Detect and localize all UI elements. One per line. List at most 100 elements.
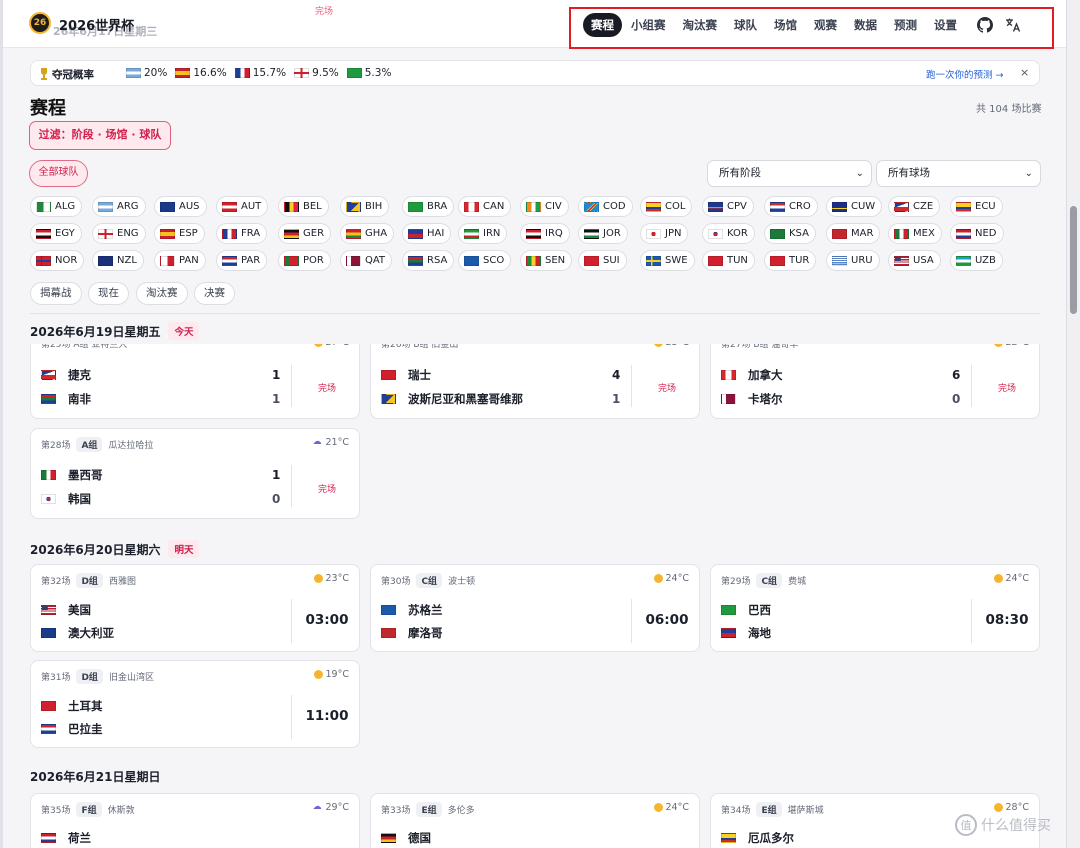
team-chip-qat[interactable]: QAT [340,250,393,271]
match-card[interactable]: 第31场 D组 旧金山湾区 19°C 土耳其 巴拉圭 11:00 [30,660,360,748]
team-chip-uru[interactable]: URU [826,250,880,271]
team-chip-ksa[interactable]: KSA [764,223,816,244]
team-chip-jor[interactable]: JOR [578,223,628,244]
team-chip-kor[interactable]: KOR [702,223,755,244]
team-chip-sco[interactable]: SCO [458,250,512,271]
flag-par-icon [222,255,237,266]
team-chip-cze[interactable]: CZE [888,196,941,217]
scrollbar-thumb[interactable] [1070,206,1077,314]
team-chip-cod[interactable]: COD [578,196,633,217]
nav-stats[interactable]: 数据 [846,13,885,37]
quick-now[interactable]: 现在 [88,282,129,305]
group-badge: C组 [416,573,443,588]
team-chip-bra[interactable]: BRA [402,196,455,217]
team-chip-cpv[interactable]: CPV [702,196,754,217]
nav-watch[interactable]: 观赛 [806,13,845,37]
match-card[interactable]: 第26场 B组 旧金山 23°C 瑞士 4 波斯尼亚和黑塞哥维那 1 完场 [370,344,700,419]
run-prediction-link[interactable]: 跑一次你的预测 → [926,67,1003,81]
team-chip-jpn[interactable]: JPN [640,223,689,244]
world-cup-logo-icon[interactable]: 26 [29,12,51,34]
flag-pan-icon [160,255,175,266]
team-chip-nor[interactable]: NOR [30,250,85,271]
team-chip-par[interactable]: PAR [216,250,268,271]
team-chip-cro[interactable]: CRO [764,196,818,217]
match-number: 第28场 [41,441,71,451]
team-chip-uzb[interactable]: UZB [950,250,1003,271]
team-chip-cuw[interactable]: CUW [826,196,883,217]
team-chip-mar[interactable]: MAR [826,223,881,244]
team-chip-bel[interactable]: BEL [278,196,329,217]
nav-group-stage[interactable]: 小组赛 [623,13,674,37]
match-meta: 第29场 C组 费城 [721,573,806,588]
filter-button[interactable]: 过滤：阶段 · 场馆 · 球队 [29,121,171,150]
translate-icon[interactable] [1004,16,1022,34]
flag-usa-icon [894,255,909,266]
flag-fra-icon [222,228,237,239]
nav-settings[interactable]: 设置 [926,13,965,37]
team-chip-arg[interactable]: ARG [92,196,146,217]
team-chip-mex[interactable]: MEX [888,223,942,244]
flag-arg-icon [98,201,113,212]
team-chip-sen[interactable]: SEN [520,250,573,271]
team-chip-pan[interactable]: PAN [154,250,206,271]
team-chip-ger[interactable]: GER [278,223,332,244]
close-icon[interactable]: × [1020,66,1029,79]
match-card[interactable]: 第25场 A组 亚特兰大 27°C 捷克 1 南非 1 完场 [30,344,360,419]
github-icon[interactable] [976,16,994,34]
nav-knockout[interactable]: 淘汰赛 [675,13,726,37]
team-chip-gha[interactable]: GHA [340,223,395,244]
team-chip-irq[interactable]: IRQ [520,223,570,244]
team-chip-tur[interactable]: TUR [764,250,817,271]
match-card[interactable]: 第28场 A组 瓜达拉哈拉 ☁ 21°C 墨西哥 1 韩国 0 完场 [30,428,360,519]
team-chip-egy[interactable]: EGY [30,223,82,244]
venue-select[interactable]: 所有球场 ⌄ [876,160,1041,187]
nav-predict[interactable]: 预测 [886,13,925,37]
team-chip-bih[interactable]: BIH [340,196,390,217]
team-chip-ecu[interactable]: ECU [950,196,1003,217]
match-card[interactable]: 第32场 D组 西雅图 23°C 美国 澳大利亚 03:00 [30,564,360,652]
team-chip-tun[interactable]: TUN [702,250,755,271]
match-card[interactable]: 第27场 B组 温哥华 22°C 加拿大 6 卡塔尔 0 完场 [710,344,1040,419]
quick-final[interactable]: 决赛 [194,282,235,305]
match-card[interactable]: 第33场 E组 多伦多 24°C 德国 [370,793,700,848]
all-teams-chip[interactable]: 全部球队 [29,160,88,187]
team-chip-swe[interactable]: SWE [640,250,695,271]
team-code: ALG [55,201,76,212]
team-chip-can[interactable]: CAN [458,196,512,217]
team-chip-irn[interactable]: IRN [458,223,508,244]
team-chip-rsa[interactable]: RSA [402,250,455,271]
quick-knockout[interactable]: 淘汰赛 [136,282,188,305]
team-chip-por[interactable]: POR [278,250,331,271]
scrollbar[interactable] [1066,0,1080,848]
team-code: NED [975,228,997,239]
flag-gha-icon [346,228,361,239]
team-code: COD [603,201,626,212]
quick-opening-match[interactable]: 揭幕战 [30,282,82,305]
nav-teams[interactable]: 球队 [726,13,765,37]
nav-schedule[interactable]: 赛程 [583,13,622,37]
team-chip-fra[interactable]: FRA [216,223,268,244]
team-chip-alg[interactable]: ALG [30,196,83,217]
brand-title[interactable]: 2026世界杯 [59,15,134,34]
match-card[interactable]: 第30场 C组 波士顿 24°C 苏格兰 摩洛哥 06:00 [370,564,700,652]
team-chip-usa[interactable]: USA [888,250,941,271]
team-chip-nzl[interactable]: NZL [92,250,144,271]
team-chip-esp[interactable]: ESP [154,223,205,244]
match-card[interactable]: 第29场 C组 费城 24°C 巴西 海地 08:30 [710,564,1040,652]
nav-venues[interactable]: 场馆 [766,13,805,37]
team-chip-civ[interactable]: CIV [520,196,569,217]
team-chip-ned[interactable]: NED [950,223,1004,244]
team-chip-aut[interactable]: AUT [216,196,269,217]
weather: ☁ 21°C [313,437,349,448]
team-chip-aus[interactable]: AUS [154,196,207,217]
team-chip-hai[interactable]: HAI [402,223,452,244]
team-chip-eng[interactable]: ENG [92,223,146,244]
flag-jor-icon [584,228,599,239]
stage-select[interactable]: 所有阶段 ⌄ [707,160,872,187]
team-chip-sui[interactable]: SUI [578,250,627,271]
home-score: 4 [612,368,621,382]
flag-tur-icon [770,255,785,266]
match-card[interactable]: 第35场 F组 休斯敦 ☁ 29°C 荷兰 [30,793,360,848]
team-chip-col[interactable]: COL [640,196,693,217]
flag-alg-icon [36,201,51,212]
